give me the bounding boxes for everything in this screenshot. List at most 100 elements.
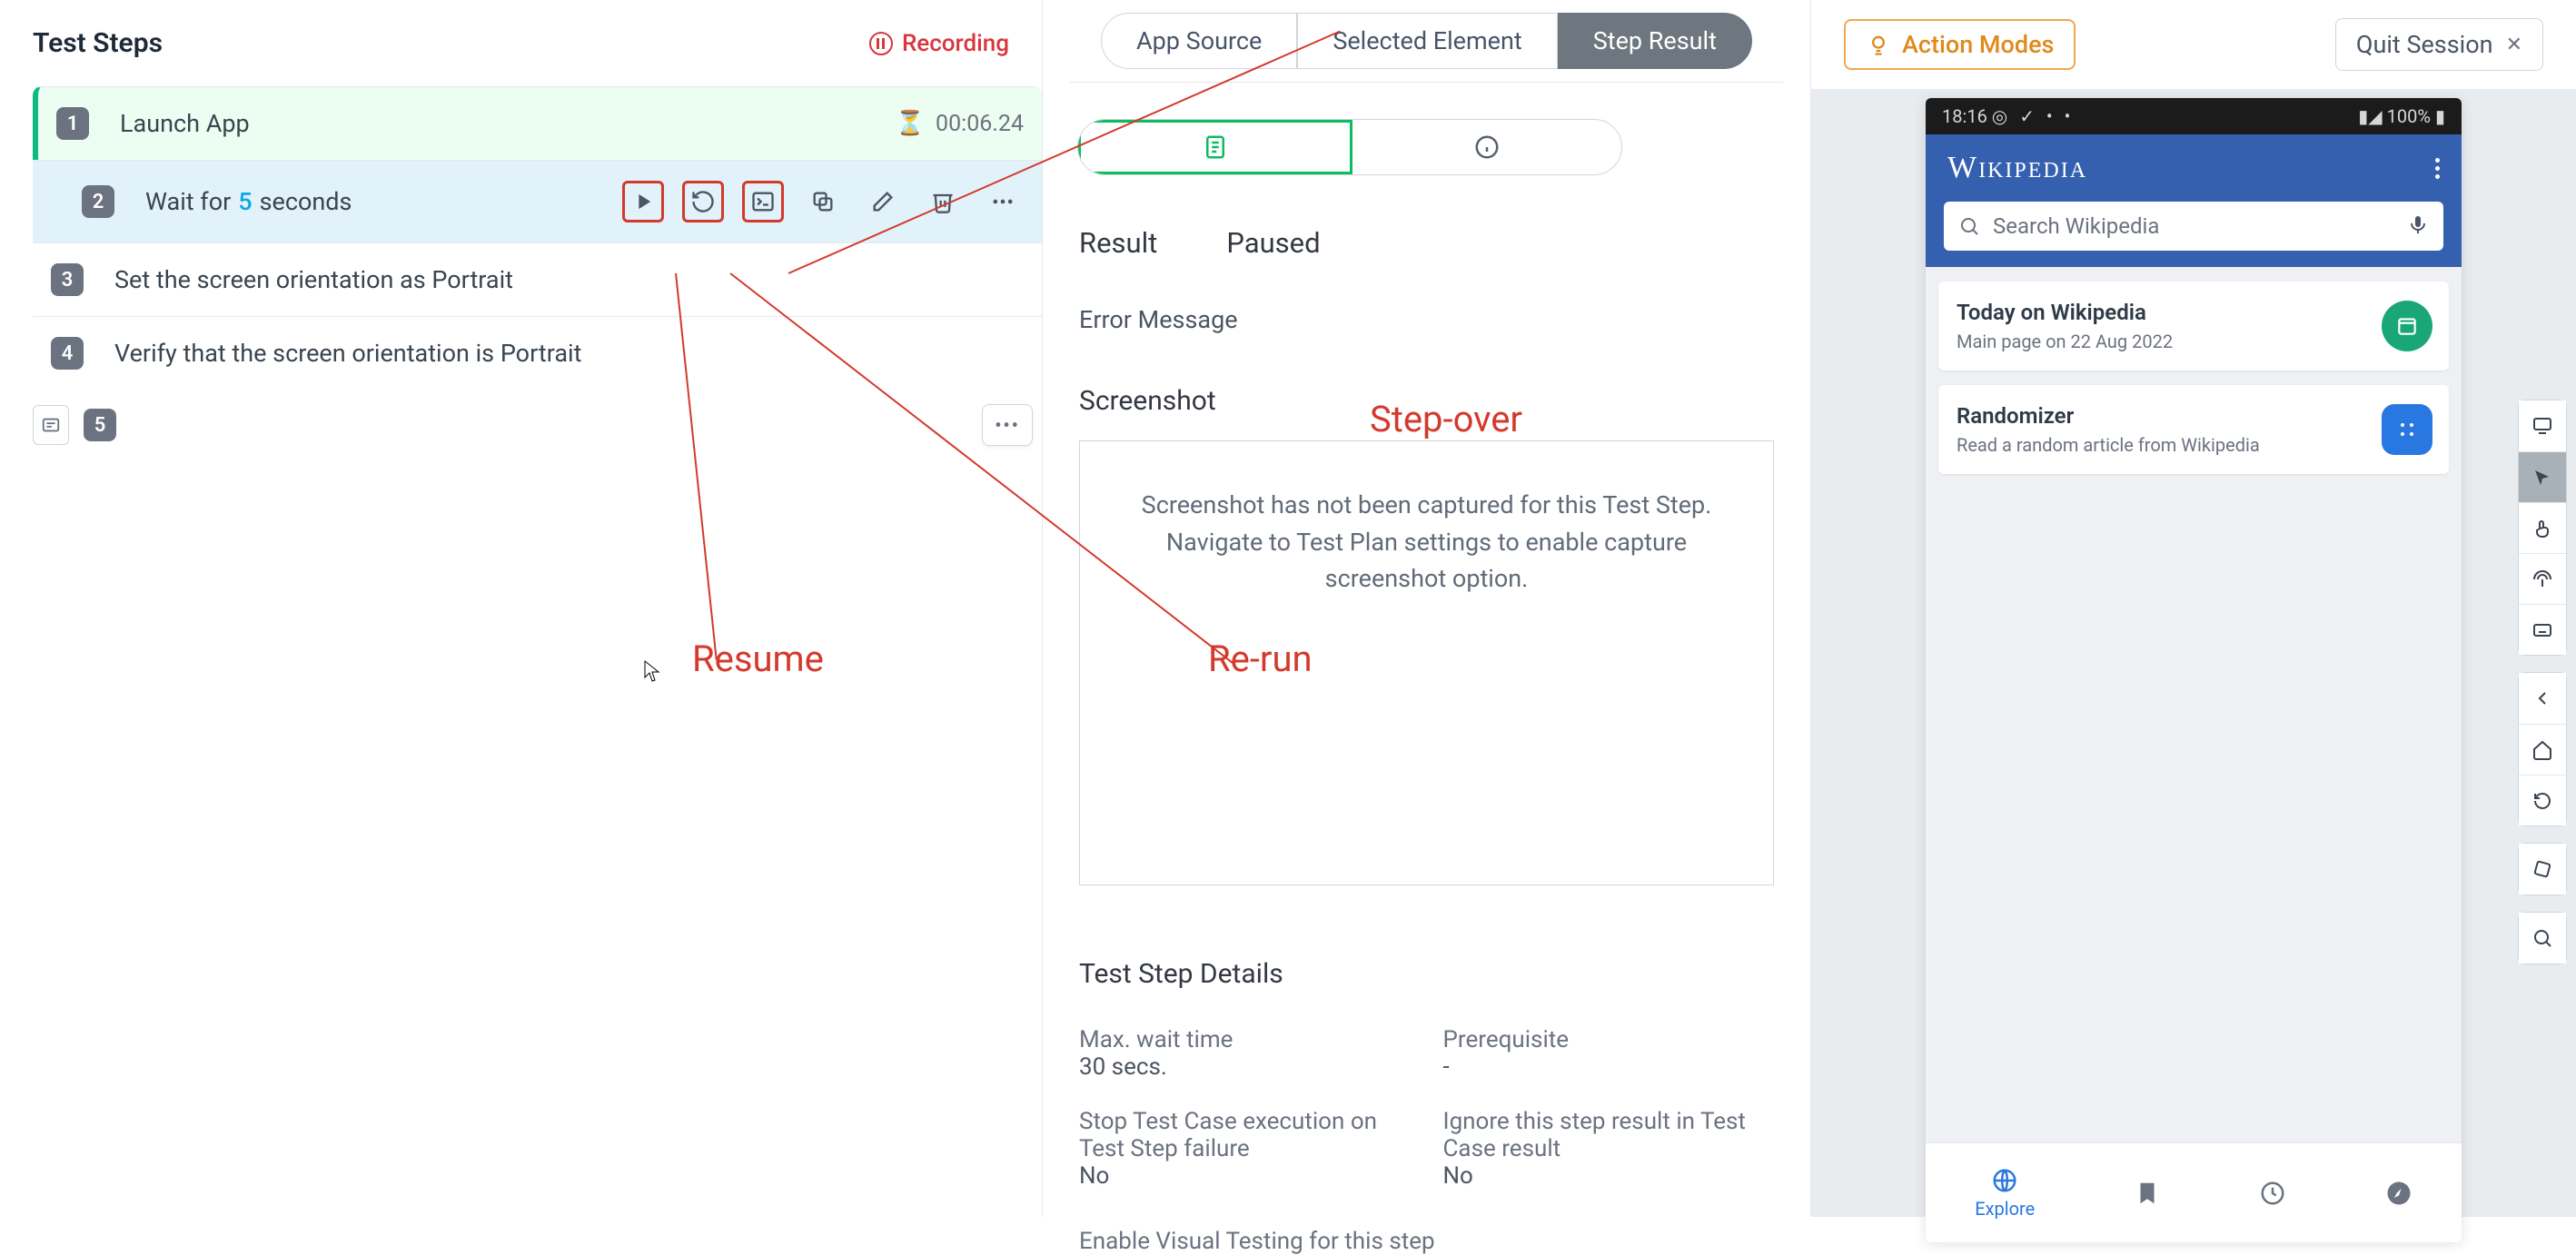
tab-selected-element[interactable]: Selected Element	[1297, 13, 1557, 69]
tool-home[interactable]	[2519, 724, 2566, 775]
step-text: Verify that the screen orientation is Po…	[114, 339, 581, 368]
step-action-toolbar	[622, 181, 1024, 222]
document-icon	[1202, 133, 1229, 161]
device-tool-rail	[2518, 400, 2567, 981]
resume-button[interactable]	[622, 181, 664, 222]
close-icon: ✕	[2506, 34, 2522, 56]
keyboard-icon	[2531, 619, 2553, 641]
panel-title: Test Steps	[33, 27, 163, 59]
nav-bookmarks[interactable]	[2134, 1180, 2161, 1207]
recording-label: Recording	[902, 30, 1009, 57]
step-text: Set the screen orientation as Portrait	[114, 265, 513, 294]
step-number: 4	[51, 337, 84, 370]
tool-device[interactable]	[2519, 400, 2566, 451]
tap-icon	[2531, 518, 2553, 539]
step-number: 3	[51, 263, 84, 296]
search-icon	[1958, 215, 1980, 237]
compass-icon	[2385, 1180, 2413, 1207]
battery-icon: ▮	[2435, 105, 2445, 127]
timer-icon: ⏳	[896, 110, 925, 137]
rotate-icon	[2531, 858, 2553, 880]
more-button[interactable]	[982, 181, 1024, 222]
nav-compass[interactable]	[2385, 1180, 2413, 1207]
step-row-4[interactable]: 4 Verify that the screen orientation is …	[33, 316, 1042, 390]
tool-refresh[interactable]	[2519, 775, 2566, 825]
magnify-icon	[2531, 927, 2553, 949]
step-number: 1	[56, 107, 89, 140]
device-bottom-nav: Explore	[1926, 1142, 2462, 1242]
error-message-heading: Error Message	[1070, 260, 1783, 334]
history-icon	[2259, 1180, 2286, 1207]
delete-button[interactable]	[922, 181, 964, 222]
ignore-label: Ignore this step result in Test Case res…	[1443, 1108, 1775, 1162]
note-icon	[41, 415, 61, 435]
tool-back[interactable]	[2519, 673, 2566, 724]
edit-button[interactable]	[862, 181, 904, 222]
result-text-view[interactable]	[1078, 120, 1352, 174]
replay-icon	[690, 189, 716, 214]
back-icon	[2531, 687, 2553, 709]
search-input[interactable]: Search Wikipedia	[1944, 202, 2443, 251]
tool-pointer[interactable]	[2519, 451, 2566, 502]
info-icon	[1473, 133, 1501, 161]
tool-keyboard[interactable]	[2519, 604, 2566, 655]
wiki-brand-logo: WIKIPEDIA	[1947, 151, 2087, 185]
rerun-button[interactable]	[682, 181, 724, 222]
details-grid: Max. wait time 30 secs. Prerequisite - S…	[1070, 990, 1783, 1204]
paused-heading: Paused	[1226, 226, 1320, 260]
tool-search[interactable]	[2519, 913, 2566, 963]
screenshot-heading: Screenshot	[1079, 385, 1216, 417]
nav-history[interactable]	[2259, 1180, 2286, 1207]
context-toggle[interactable]	[33, 405, 69, 445]
detail-tab-strip: App Source Selected Element Step Result	[1070, 0, 1783, 83]
result-info-view[interactable]	[1352, 120, 1621, 174]
device-status-bar: 18:16 ◎ ✓ • • ▮◢ 100% ▮	[1926, 98, 2462, 134]
refresh-icon	[2531, 790, 2553, 812]
step-row-3[interactable]: 3 Set the screen orientation as Portrait	[33, 242, 1042, 316]
stop-value: No	[1079, 1162, 1411, 1190]
screenshot-placeholder: Screenshot has not been captured for thi…	[1079, 440, 1774, 885]
step-more-menu[interactable]: •••	[982, 404, 1033, 446]
step-text: Launch App	[120, 109, 250, 138]
step-details-panel: App Source Selected Element Step Result	[1043, 0, 1811, 1217]
nav-explore[interactable]: Explore	[1975, 1167, 2035, 1220]
step-row-1[interactable]: 1 Launch App ⏳ 00:06.24	[33, 86, 1042, 160]
recording-indicator: Recording	[869, 30, 1009, 57]
recording-icon	[869, 32, 893, 55]
tool-rotate[interactable]	[2519, 844, 2566, 894]
stepover-button[interactable]	[742, 181, 784, 222]
pointer-icon	[2531, 467, 2553, 489]
mic-icon[interactable]	[2407, 213, 2429, 239]
fingerprint-icon	[2531, 568, 2553, 590]
visual-testing-label: Enable Visual Testing for this step	[1070, 1204, 1783, 1255]
prereq-value: -	[1443, 1053, 1775, 1081]
test-steps-panel: Test Steps Recording 1 Launch App ⏳ 00:0…	[0, 0, 1043, 1217]
bookmark-icon	[2134, 1180, 2161, 1207]
step-timer: 00:06.24	[936, 111, 1024, 137]
kebab-icon[interactable]	[2435, 158, 2440, 179]
step-number-5[interactable]: 5	[84, 409, 116, 441]
tool-tap[interactable]	[2519, 502, 2566, 553]
home-icon	[2531, 739, 2553, 761]
bulb-icon	[1866, 32, 1891, 57]
quit-session-button[interactable]: Quit Session ✕	[2335, 18, 2543, 71]
action-modes-button[interactable]: Action Modes	[1844, 19, 2076, 70]
device-preview: 18:16 ◎ ✓ • • ▮◢ 100% ▮ WIKIPEDIA	[1926, 98, 2462, 1242]
edit-icon	[870, 189, 896, 214]
tab-app-source[interactable]: App Source	[1101, 13, 1297, 69]
tab-step-result[interactable]: Step Result	[1558, 13, 1752, 69]
more-horizontal-icon	[990, 189, 1016, 214]
copy-button[interactable]	[802, 181, 844, 222]
terminal-icon	[750, 189, 776, 214]
steps-list: 1 Launch App ⏳ 00:06.24 2 Wait for 5 sec…	[33, 86, 1042, 459]
tool-touch[interactable]	[2519, 553, 2566, 604]
maxwait-value: 30 secs.	[1079, 1053, 1411, 1081]
step-row-2[interactable]: 2 Wait for 5 seconds	[33, 160, 1042, 242]
calendar-badge-icon	[2382, 301, 2432, 351]
step-param: 5	[238, 187, 252, 216]
copy-icon	[810, 189, 836, 214]
card-today[interactable]: Today on Wikipedia Main page on 22 Aug 2…	[1938, 282, 2449, 371]
trash-icon	[930, 189, 956, 214]
card-randomizer[interactable]: Randomizer Read a random article from Wi…	[1938, 385, 2449, 474]
step-number: 2	[82, 185, 114, 218]
